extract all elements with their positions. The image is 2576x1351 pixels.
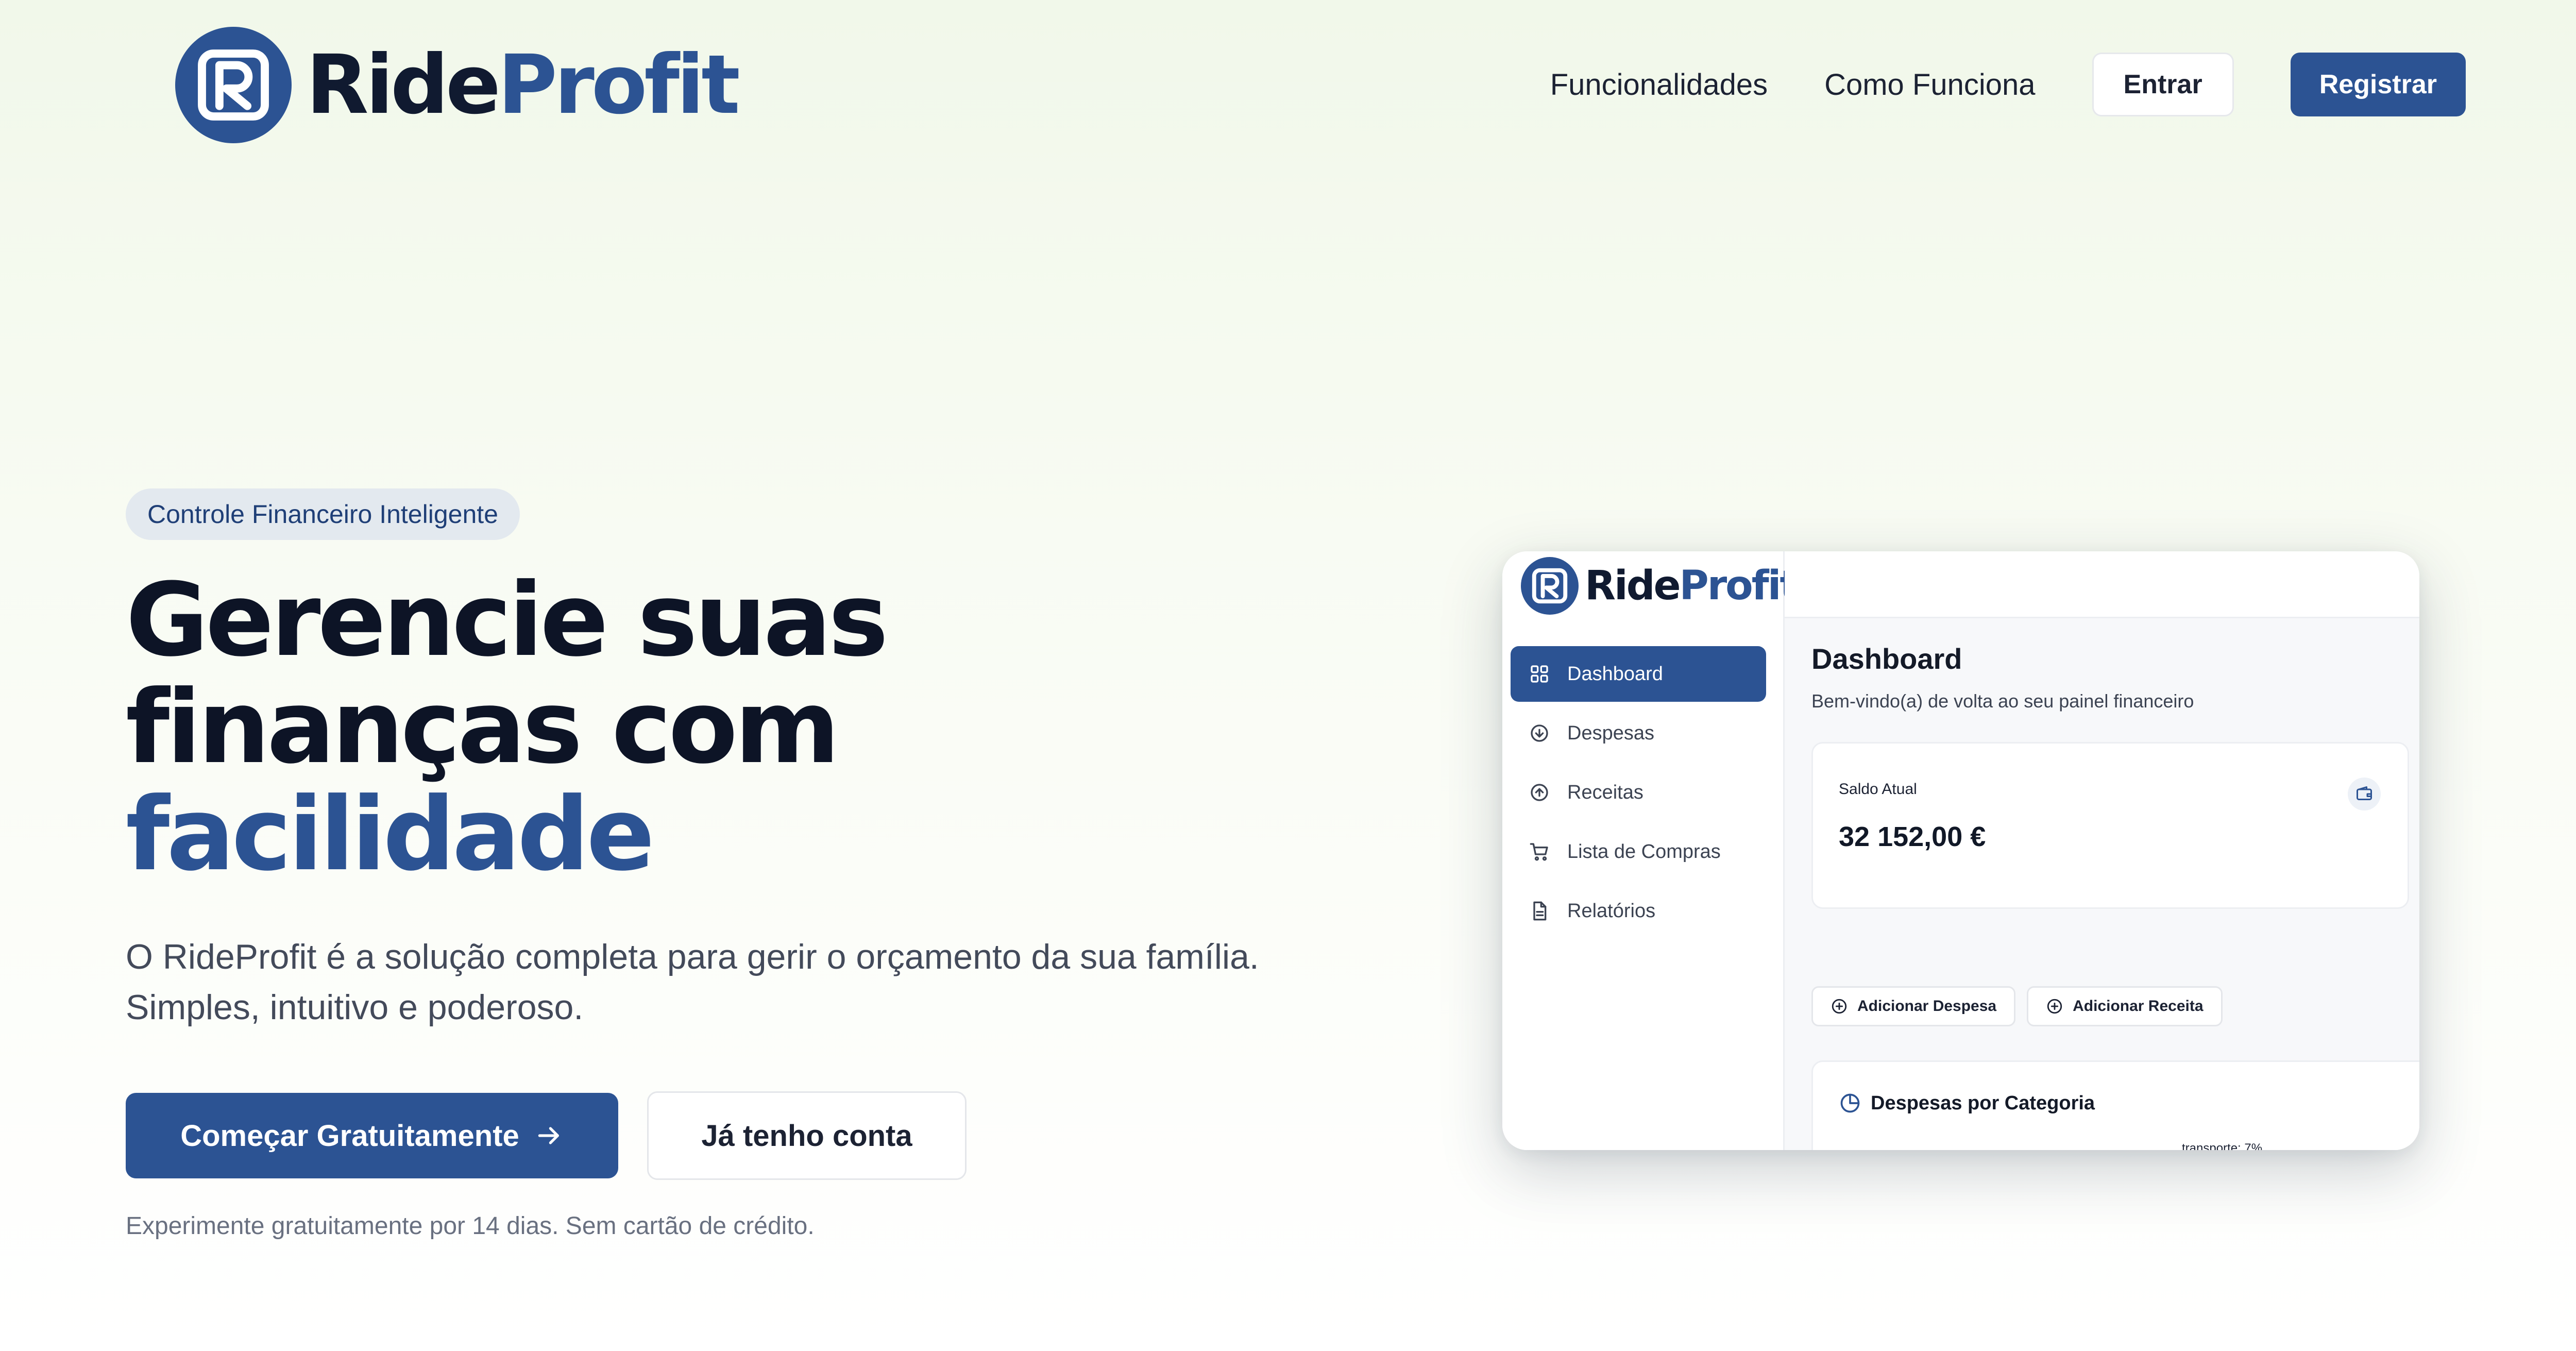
sidebar-item-lista-de-compras[interactable]: Lista de Compras [1511, 824, 1766, 880]
sidebar-item-label: Relatórios [1567, 900, 1656, 922]
balance-value: 32 152,00 € [1839, 821, 1986, 852]
preview-sidebar-nav: Dashboard Despesas Receitas Lista de Com… [1511, 646, 1766, 942]
logo-icon [175, 27, 292, 143]
sidebar-item-despesas[interactable]: Despesas [1511, 705, 1766, 761]
arrow-down-circle-icon [1531, 724, 1548, 742]
sidebar-item-relatorios[interactable]: Relatórios [1511, 883, 1766, 939]
sidebar-item-label: Despesas [1567, 722, 1654, 744]
hero-subtext: O RideProfit é a solução completa para g… [126, 937, 1259, 1027]
sidebar-item-dashboard[interactable]: Dashboard [1511, 646, 1766, 702]
trial-note: Experimente gratuitamente por 14 dias. S… [126, 1212, 815, 1240]
arrow-right-icon [538, 1127, 559, 1144]
hero-headline: Gerencie suas finanças com facilidade [126, 567, 1156, 888]
plus-circle-icon [2047, 999, 2062, 1014]
brand-name: RideProfit [306, 38, 740, 132]
preview-main: Dashboard Bem-vindo(a) de volta ao seu p… [1785, 618, 2419, 1150]
preview-sidebar: RideProfit Dashboard Despesas Receitas L… [1502, 551, 1799, 1150]
headline-accent: facilidade [126, 776, 655, 893]
site-header: RideProfit Funcionalidades Como Funciona… [0, 0, 2576, 170]
cta-row: Começar Gratuitamente Já tenho conta [126, 1091, 967, 1180]
expenses-by-category-card: Despesas por Categoria transporte: 7% [1811, 1060, 2419, 1150]
login-button[interactable]: Entrar [2092, 53, 2234, 116]
add-income-label: Adicionar Receita [2073, 998, 2204, 1015]
sidebar-item-label: Dashboard [1567, 663, 1663, 685]
top-nav: Funcionalidades Como Funciona Entrar Reg… [1550, 52, 2466, 117]
brand-logo[interactable]: RideProfit [175, 27, 740, 143]
logo-icon [1521, 557, 1579, 615]
sidebar-item-receitas[interactable]: Receitas [1511, 765, 1766, 820]
headline-line-1: Gerencie suas [126, 562, 889, 679]
pie-label-transporte: transporte: 7% [2182, 1141, 2263, 1150]
balance-card: Saldo Atual 32 152,00 € [1811, 742, 2409, 909]
have-account-button[interactable]: Já tenho conta [647, 1091, 967, 1180]
add-expense-button[interactable]: Adicionar Despesa [1811, 986, 2016, 1026]
preview-brand-logo: RideProfit [1521, 555, 1799, 617]
preview-page-subtitle: Bem-vindo(a) de volta ao seu painel fina… [1811, 690, 2194, 712]
report-file-icon [1533, 901, 1547, 921]
balance-label: Saldo Atual [1839, 781, 1917, 798]
preview-topbar [1785, 551, 2419, 618]
nav-link-funcionalidades[interactable]: Funcionalidades [1550, 67, 1768, 102]
pie-chart-icon [1840, 1093, 1860, 1113]
wallet-icon [2348, 778, 2381, 810]
add-income-button[interactable]: Adicionar Receita [2027, 986, 2223, 1026]
hero-badge: Controle Financeiro Inteligente [126, 488, 520, 540]
sidebar-item-label: Receitas [1567, 781, 1643, 803]
start-free-button[interactable]: Começar Gratuitamente [126, 1093, 618, 1178]
plus-circle-icon [1832, 999, 1847, 1014]
add-expense-label: Adicionar Despesa [1857, 998, 1997, 1015]
dashboard-preview: RideProfit Dashboard Despesas Receitas L… [1502, 551, 2419, 1150]
register-button[interactable]: Registrar [2290, 53, 2466, 116]
nav-link-como-funciona[interactable]: Como Funciona [1824, 67, 2035, 102]
chart-title: Despesas por Categoria [1839, 1092, 2095, 1114]
arrow-up-circle-icon [1531, 784, 1548, 801]
shopping-cart-icon [1530, 843, 1548, 861]
start-free-label: Começar Gratuitamente [180, 1119, 519, 1153]
preview-brand-name: RideProfit [1585, 563, 1799, 609]
preview-actions: Adicionar Despesa Adicionar Receita [1811, 986, 2234, 1026]
chart-title-label: Despesas por Categoria [1871, 1092, 2095, 1114]
preview-page-title: Dashboard [1811, 643, 1962, 675]
headline-line-2: finanças com [126, 669, 840, 786]
sidebar-item-label: Lista de Compras [1567, 840, 1721, 863]
dashboard-grid-icon [1531, 665, 1548, 683]
